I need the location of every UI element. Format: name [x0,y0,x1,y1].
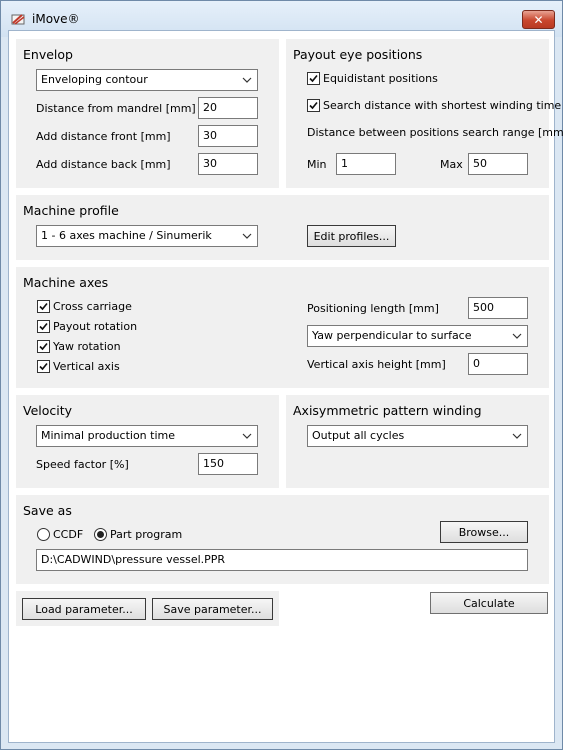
save-as-title: Save as [23,503,72,518]
machine-profile-title: Machine profile [23,203,119,218]
chevron-down-icon [512,433,522,439]
browse-button[interactable]: Browse... [440,521,528,543]
calculate-button[interactable]: Calculate [430,592,548,614]
min-input[interactable]: 1 [336,153,396,175]
positioning-length-input[interactable]: 500 [468,297,528,319]
close-icon: ✕ [533,12,544,27]
cross-carriage-label: Cross carriage [53,300,132,313]
parameter-buttons-panel: Load parameter... Save parameter... [16,591,279,626]
axisymmetric-value: Output all cycles [312,429,405,442]
search-range-label: Distance between positions search range … [307,126,563,139]
speed-factor-label: Speed factor [%] [36,458,129,471]
envelop-contour-value: Enveloping contour [41,73,148,86]
ccdf-label: CCDF [53,528,84,541]
machine-profile-value: 1 - 6 axes machine / Sinumerik [41,229,212,242]
payout-title: Payout eye positions [293,47,423,62]
min-label: Min [307,158,327,171]
distance-mandrel-input[interactable]: 20 [198,97,258,119]
axisymmetric-title: Axisymmetric pattern winding [293,403,482,418]
yaw-mode-value: Yaw perpendicular to surface [312,329,472,342]
search-distance-checkbox[interactable] [307,99,320,112]
envelop-title: Envelop [23,47,73,62]
axisymmetric-panel: Axisymmetric pattern winding Output all … [286,395,549,488]
chevron-down-icon [512,333,522,339]
vertical-axis-label: Vertical axis [53,360,120,373]
yaw-mode-select[interactable]: Yaw perpendicular to surface [307,325,528,347]
velocity-title: Velocity [23,403,73,418]
dialog-client-area: Envelop Enveloping contour Distance from… [8,30,563,743]
distance-mandrel-label: Distance from mandrel [mm] [36,102,196,115]
ccdf-radio[interactable] [37,528,50,541]
machine-axes-title: Machine axes [23,275,109,290]
chevron-down-icon [242,433,252,439]
load-parameter-button[interactable]: Load parameter... [22,598,146,620]
search-distance-label: Search distance with shortest winding ti… [323,99,562,112]
equidistant-checkbox[interactable] [307,72,320,85]
checkmark-icon [39,302,48,311]
vertical-axis-checkbox[interactable] [37,360,50,373]
machine-profile-select[interactable]: 1 - 6 axes machine / Sinumerik [36,225,258,247]
close-button[interactable]: ✕ [522,10,555,29]
vertical-height-input[interactable]: 0 [468,353,528,375]
imove-window: iMove® ✕ Envelop Enveloping contour Dist… [0,0,563,750]
add-front-input[interactable]: 30 [198,125,258,147]
machine-profile-panel: Machine profile 1 - 6 axes machine / Sin… [16,195,549,260]
chevron-down-icon [242,233,252,239]
yaw-rotation-checkbox[interactable] [37,340,50,353]
vertical-height-label: Vertical axis height [mm] [307,358,446,371]
envelop-contour-select[interactable]: Enveloping contour [36,69,258,91]
save-as-panel: Save as CCDF Part program Browse... D:\C… [16,495,549,584]
positioning-length-label: Positioning length [mm] [307,302,439,315]
save-path-input[interactable]: D:\CADWIND\pressure vessel.PPR [36,549,528,571]
machine-axes-panel: Machine axes Cross carriage Payout rotat… [16,267,549,388]
checkmark-icon [39,322,48,331]
cross-carriage-checkbox[interactable] [37,300,50,313]
window-title: iMove® [32,12,80,26]
chevron-down-icon [242,77,252,83]
add-back-input[interactable]: 30 [198,153,258,175]
part-program-label: Part program [110,528,183,541]
velocity-mode-select[interactable]: Minimal production time [36,425,258,447]
edit-profiles-button[interactable]: Edit profiles... [307,225,396,247]
save-parameter-button[interactable]: Save parameter... [152,598,273,620]
checkmark-icon [309,74,318,83]
envelop-panel: Envelop Enveloping contour Distance from… [16,39,279,188]
payout-panel: Payout eye positions Equidistant positio… [286,39,563,188]
radio-selected-dot [97,531,104,538]
max-label: Max [440,158,463,171]
payout-rotation-label: Payout rotation [53,320,138,333]
app-logo-icon [10,12,26,26]
payout-rotation-checkbox[interactable] [37,320,50,333]
max-input[interactable]: 50 [468,153,528,175]
checkmark-icon [39,362,48,371]
velocity-panel: Velocity Minimal production time Speed f… [16,395,279,488]
speed-factor-input[interactable]: 150 [198,453,258,475]
axisymmetric-select[interactable]: Output all cycles [307,425,528,447]
checkmark-icon [39,342,48,351]
equidistant-label: Equidistant positions [323,72,438,85]
add-back-label: Add distance back [mm] [36,158,171,171]
add-front-label: Add distance front [mm] [36,130,171,143]
part-program-radio[interactable] [94,528,107,541]
checkmark-icon [309,101,318,110]
yaw-rotation-label: Yaw rotation [53,340,121,353]
velocity-mode-value: Minimal production time [41,429,175,442]
